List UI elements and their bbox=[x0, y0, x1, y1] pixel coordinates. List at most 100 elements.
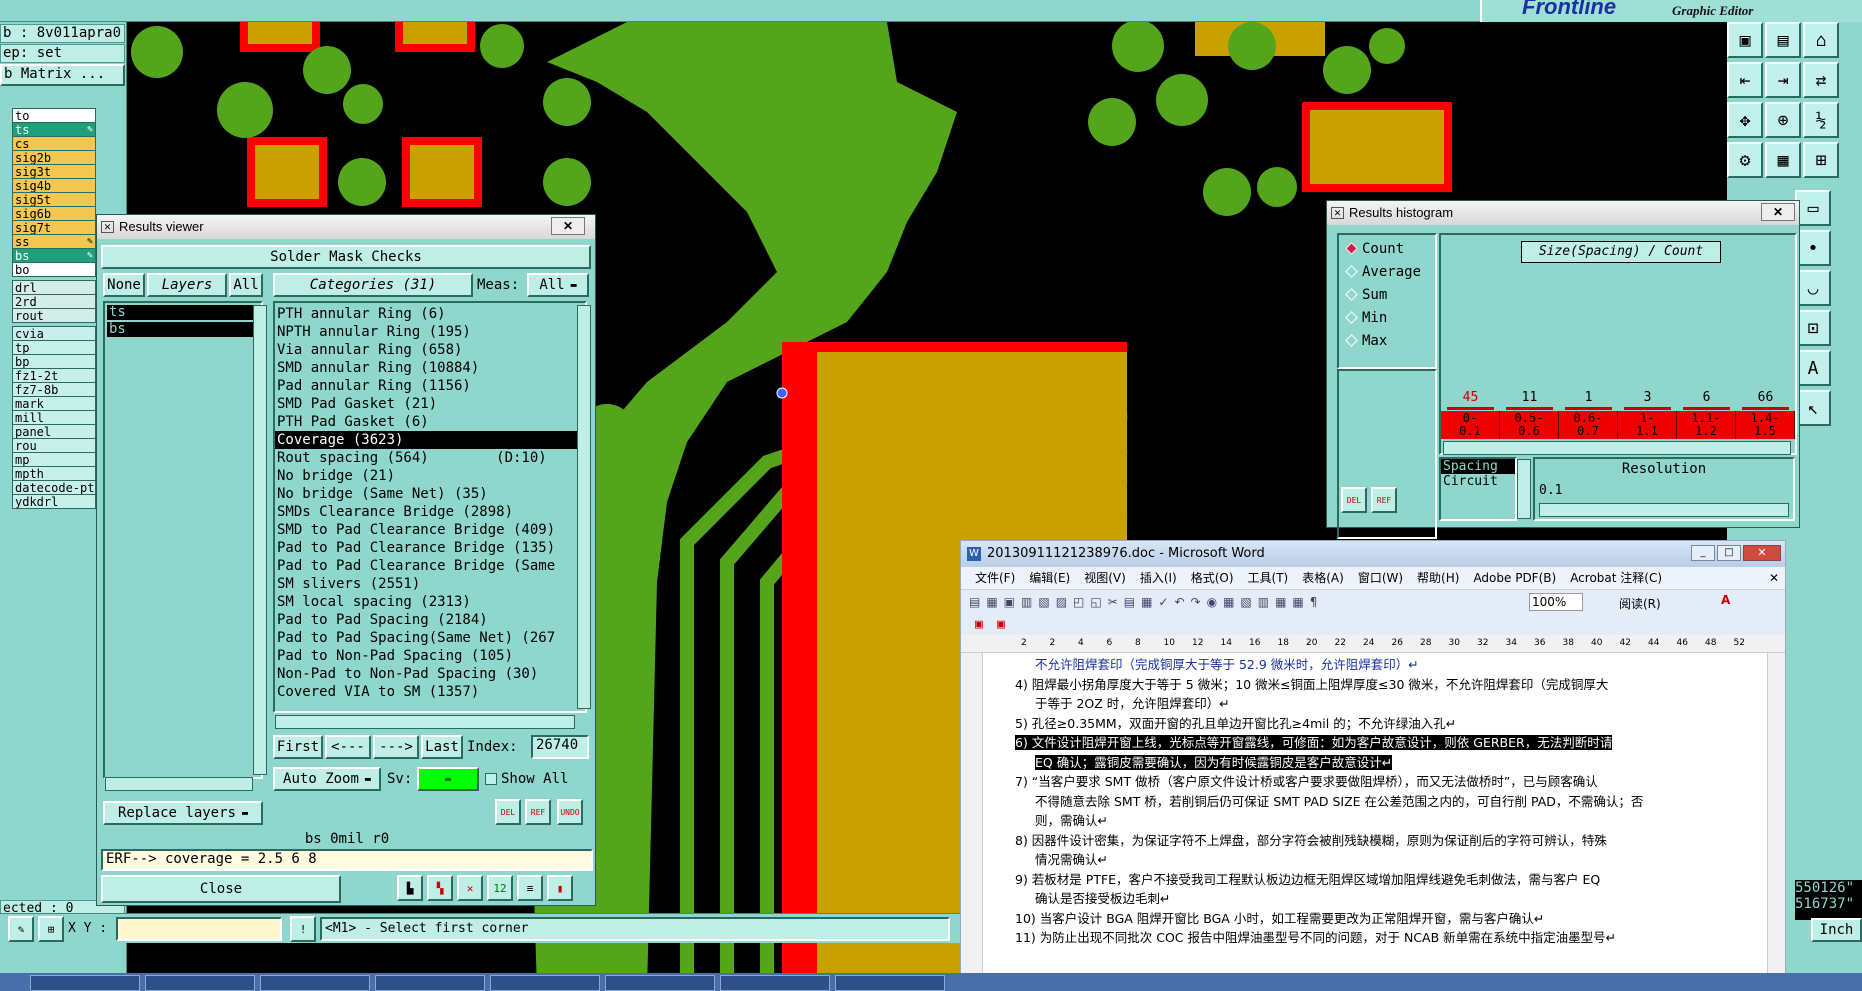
grid-snap-icon[interactable]: ⊞ bbox=[38, 916, 64, 942]
layer-item[interactable]: fz7-8b bbox=[12, 382, 96, 397]
matrix-button[interactable]: b Matrix ... bbox=[0, 64, 125, 86]
grid-icon[interactable]: ▦ bbox=[1765, 142, 1801, 178]
layer-item[interactable]: tp bbox=[12, 340, 96, 355]
histogram-bar[interactable] bbox=[1624, 407, 1671, 410]
close-icon[interactable]: ✕ bbox=[1761, 203, 1795, 221]
cancel-icon[interactable]: ✕ bbox=[457, 875, 483, 901]
copy-icon[interactable]: ⇥ bbox=[1765, 62, 1801, 98]
menu-item[interactable]: 工具(T) bbox=[1248, 571, 1289, 585]
refresh-icon[interactable]: REF bbox=[1371, 487, 1397, 513]
menu-item[interactable]: 编辑(E) bbox=[1029, 571, 1070, 585]
first-button[interactable]: First bbox=[273, 735, 323, 759]
next-button[interactable]: ---> bbox=[373, 735, 419, 759]
toolbar-icons[interactable]: ▤▦▣▥▧▨◰◱✂▤▦✓↶↷◉▦▧▥▦▦¶ bbox=[969, 595, 1323, 609]
save-icon[interactable]: ▤ bbox=[1765, 22, 1801, 58]
menu-item[interactable]: 文件(F) bbox=[975, 571, 1015, 585]
category-item[interactable]: NPTH annular Ring (195) bbox=[275, 323, 585, 341]
category-item[interactable]: SM local spacing (2313) bbox=[275, 593, 585, 611]
font-color-icon[interactable]: A bbox=[1721, 593, 1730, 607]
category-item[interactable]: SMD annular Ring (10884) bbox=[275, 359, 585, 377]
category-item[interactable]: Rout spacing (564) (D:10) bbox=[275, 449, 585, 467]
category-item[interactable]: PTH annular Ring (6) bbox=[275, 305, 585, 323]
document-body[interactable]: 不允许阻焊套印（完成铜厚大于等于 52.9 微米时，允许阻焊套印）↵ 4) 阻焊最… bbox=[985, 653, 1767, 990]
ratio-icon[interactable]: ½ bbox=[1803, 102, 1839, 138]
number-icon[interactable]: 12 bbox=[487, 875, 513, 901]
feature-icon[interactable]: ▚ bbox=[427, 875, 453, 901]
histogram-bar[interactable] bbox=[1565, 407, 1612, 410]
category-item[interactable]: No bridge (21) bbox=[275, 467, 585, 485]
delete-icon[interactable]: DEL bbox=[495, 799, 521, 825]
layer-item[interactable]: mp bbox=[12, 452, 96, 467]
category-item[interactable]: Via annular Ring (658) bbox=[275, 341, 585, 359]
menu-item[interactable]: 窗口(W) bbox=[1358, 571, 1403, 585]
show-all-checkbox[interactable] bbox=[485, 773, 497, 785]
layer-item[interactable]: sig7t bbox=[12, 220, 96, 235]
layer-item[interactable]: rout bbox=[12, 308, 96, 323]
index-input[interactable]: 26740 bbox=[531, 735, 589, 759]
undo-icon[interactable]: UNDO bbox=[557, 799, 583, 825]
categories-list[interactable]: PTH annular Ring (6) NPTH annular Ring (1… bbox=[273, 301, 587, 713]
layer-item[interactable]: drl bbox=[12, 280, 96, 295]
taskbar-item[interactable] bbox=[375, 975, 485, 991]
category-item[interactable]: PTH Pad Gasket (6) bbox=[275, 413, 585, 431]
units-button[interactable]: Inch bbox=[1811, 918, 1862, 942]
category-item[interactable]: SMDs Clearance Bridge (2898) bbox=[275, 503, 585, 521]
histogram-bar[interactable] bbox=[1683, 407, 1730, 410]
category-item[interactable]: Pad to Non-Pad Spacing (105) bbox=[275, 647, 585, 665]
histogram-bin-label[interactable]: 1.4- 1.5 bbox=[1736, 411, 1795, 439]
resolution-slider[interactable] bbox=[1539, 503, 1789, 517]
category-item[interactable]: Coverage (3623) bbox=[275, 431, 585, 449]
layer-item[interactable]: 2rd bbox=[12, 294, 96, 309]
taskbar-item[interactable] bbox=[605, 975, 715, 991]
layer-item[interactable]: ydkdrl bbox=[12, 494, 96, 509]
zoom-select[interactable]: 100% bbox=[1529, 593, 1583, 611]
taskbar-item[interactable] bbox=[835, 975, 945, 991]
histogram-bin-label[interactable]: 0- 0.1 bbox=[1441, 411, 1500, 439]
layer-item[interactable]: mpth bbox=[12, 466, 96, 481]
pdf-comment-icon[interactable]: ▣ bbox=[997, 617, 1005, 632]
delete-icon[interactable]: DEL bbox=[1341, 487, 1367, 513]
measure-icon[interactable]: ⚙ bbox=[1727, 142, 1763, 178]
layers-button[interactable]: Layers bbox=[147, 273, 227, 297]
taskbar-item[interactable] bbox=[30, 975, 140, 991]
menu-item[interactable]: 格式(O) bbox=[1191, 571, 1234, 585]
replace-layers-select[interactable]: Replace layers ▬ bbox=[103, 801, 263, 825]
histogram-bar[interactable] bbox=[1447, 407, 1494, 410]
category-item[interactable]: Pad to Pad Clearance Bridge (Same bbox=[275, 557, 585, 575]
layer-item[interactable]: sig6b bbox=[12, 206, 96, 221]
layer-item[interactable]: sig4b bbox=[12, 178, 96, 193]
pdf-icon[interactable]: ▣ bbox=[975, 617, 983, 632]
resolution-scrollbar[interactable] bbox=[1517, 459, 1531, 519]
snap-icon[interactable]: ⊡ bbox=[1795, 310, 1831, 346]
result-layer-ts[interactable]: ts bbox=[107, 305, 259, 320]
minimize-icon[interactable]: _ bbox=[1691, 545, 1715, 561]
layers-hscrollbar[interactable] bbox=[105, 777, 253, 791]
categories-hscrollbar[interactable] bbox=[275, 715, 575, 729]
circuit-item[interactable]: Circuit bbox=[1441, 474, 1515, 489]
layer-item[interactable]: datecode-pt bbox=[12, 480, 96, 495]
category-item[interactable]: Pad to Pad Clearance Bridge (135) bbox=[275, 539, 585, 557]
layer-item[interactable]: panel bbox=[12, 424, 96, 439]
layer-item[interactable]: rou bbox=[12, 438, 96, 453]
refresh-icon[interactable]: REF bbox=[525, 799, 551, 825]
alert-icon[interactable]: ! bbox=[290, 916, 316, 942]
transform-icon[interactable]: ⊕ bbox=[1765, 102, 1801, 138]
resize-icon[interactable]: ✥ bbox=[1727, 102, 1763, 138]
histogram-option[interactable]: Max bbox=[1345, 333, 1387, 349]
layer-item[interactable]: fz1-2t bbox=[12, 368, 96, 383]
meas-select[interactable]: All ▬ bbox=[527, 273, 589, 297]
none-button[interactable]: None bbox=[103, 273, 145, 297]
all-layers-button[interactable]: All bbox=[229, 273, 263, 297]
net-icon[interactable]: ⊞ bbox=[1803, 142, 1839, 178]
layer-item[interactable]: mill bbox=[12, 410, 96, 425]
open-icon[interactable]: ▣ bbox=[1727, 22, 1763, 58]
category-item[interactable]: Pad to Pad Spacing (2184) bbox=[275, 611, 585, 629]
last-button[interactable]: Last bbox=[421, 735, 463, 759]
text-icon[interactable]: A bbox=[1795, 350, 1831, 386]
layer-item[interactable]: bp bbox=[12, 354, 96, 369]
arc-icon[interactable]: ◡ bbox=[1795, 270, 1831, 306]
layer-item[interactable]: ts ✎ bbox=[12, 122, 96, 137]
taskbar-item[interactable] bbox=[260, 975, 370, 991]
histogram-hscrollbar[interactable] bbox=[1443, 441, 1791, 455]
layers-icon[interactable]: ▙ bbox=[397, 875, 423, 901]
